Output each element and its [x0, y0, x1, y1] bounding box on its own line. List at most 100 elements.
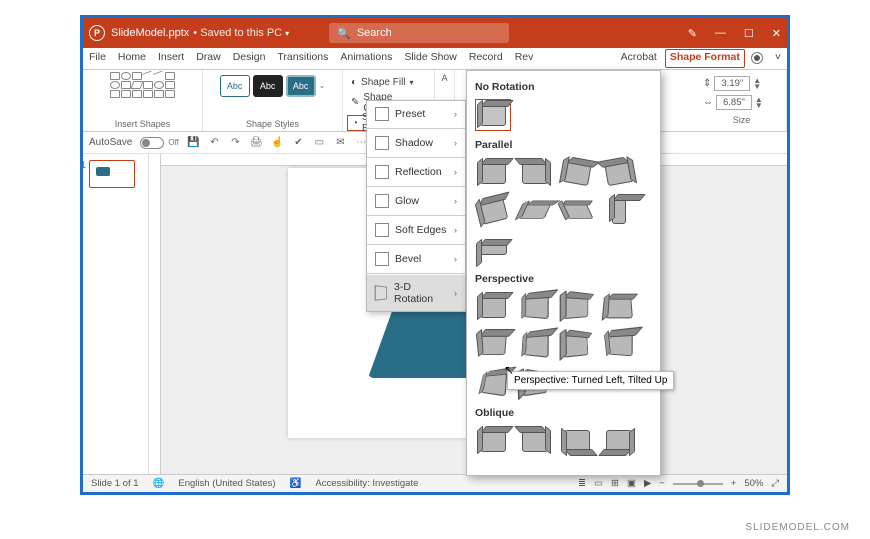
rotation-oblique-2[interactable]	[517, 425, 553, 457]
fit-icon[interactable]: ⤢	[771, 478, 779, 489]
touch-icon[interactable]: ☝	[271, 136, 284, 149]
status-bar: Slide 1 of 1 🌐 English (United States) ♿…	[83, 474, 787, 492]
email-icon[interactable]: ✉	[334, 136, 347, 149]
width-input[interactable]: ⇔6.85"▲▼	[703, 95, 763, 110]
tab-shape-format[interactable]: Shape Format	[665, 49, 745, 68]
effects-bevel[interactable]: Bevel›	[367, 246, 465, 272]
slide-count[interactable]: Slide 1 of 1	[91, 478, 139, 489]
zoom-in[interactable]: +	[731, 478, 737, 489]
rotation-oblique-4[interactable]	[601, 425, 637, 457]
pen-icon[interactable]: ✎	[688, 27, 697, 40]
tab-acrobat[interactable]: Acrobat	[615, 48, 663, 69]
tab-transitions[interactable]: Transitions	[271, 48, 334, 69]
tab-review[interactable]: Rev	[509, 48, 540, 69]
search-icon: 🔍	[337, 27, 351, 40]
view-sorter-icon[interactable]: ⊞	[611, 478, 619, 489]
shape-effects-menu: Preset› Shadow› Reflection› Glow› Soft E…	[366, 100, 466, 312]
ribbon-tabs: File Home Insert Draw Design Transitions…	[83, 48, 787, 70]
rotation-parallel-3[interactable]	[559, 157, 595, 189]
rotation-perspective-8[interactable]	[601, 329, 637, 361]
preset-icon	[375, 107, 389, 121]
style-preset-3[interactable]: Abc	[286, 75, 316, 97]
group-label: Insert Shapes	[115, 119, 171, 129]
group-label: Shape Styles	[246, 119, 299, 129]
tab-slideshow[interactable]: Slide Show	[398, 48, 463, 69]
rotation-parallel-7[interactable]	[559, 195, 595, 227]
tab-home[interactable]: Home	[112, 48, 152, 69]
rotation-parallel-5[interactable]	[475, 195, 511, 227]
quick-style-icon[interactable]: A	[441, 73, 447, 83]
height-input[interactable]: ⇕3.19"▲▼	[703, 76, 761, 91]
rotation-oblique-1[interactable]	[475, 425, 511, 457]
rotation-parallel-6[interactable]	[517, 195, 553, 227]
zoom-level[interactable]: 50%	[744, 478, 763, 489]
redo-icon[interactable]: ↷	[229, 136, 242, 149]
effects-shadow[interactable]: Shadow›	[367, 130, 465, 156]
accessibility[interactable]: Accessibility: Investigate	[315, 478, 418, 489]
zoom-slider[interactable]	[673, 483, 723, 485]
tab-draw[interactable]: Draw	[190, 48, 227, 69]
slide-thumbnail-1[interactable]	[89, 160, 135, 188]
tab-animations[interactable]: Animations	[334, 48, 398, 69]
rotation-parallel-9[interactable]	[475, 233, 511, 265]
slide-number: 1	[83, 160, 86, 170]
ruler-vertical	[149, 154, 161, 474]
effects-reflection[interactable]: Reflection›	[367, 159, 465, 185]
notes-button[interactable]: ≣	[578, 478, 586, 489]
undo-icon[interactable]: ↶	[208, 136, 221, 149]
width-icon: ⇔	[703, 97, 713, 108]
ribbon-collapse[interactable]: ˅	[769, 48, 787, 69]
section-oblique: Oblique	[475, 407, 652, 419]
style-preset-2[interactable]: Abc	[253, 75, 283, 97]
tab-record[interactable]: Record	[463, 48, 509, 69]
group-size: ⇕3.19"▲▼ ⇔6.85"▲▼ Size	[697, 70, 787, 131]
style-preset-1[interactable]: Abc	[220, 75, 250, 97]
record-icon[interactable]	[751, 52, 763, 64]
shape-gallery[interactable]	[110, 72, 175, 98]
save-icon[interactable]: 💾	[187, 136, 200, 149]
rotation-parallel-4[interactable]	[601, 157, 637, 189]
save-status[interactable]: • Saved to this PC	[193, 27, 282, 39]
view-slideshow-icon[interactable]: ▶	[644, 478, 651, 489]
new-icon[interactable]: ▭	[313, 136, 326, 149]
language[interactable]: English (United States)	[178, 478, 275, 489]
rotation-perspective-3[interactable]	[559, 291, 595, 323]
softedges-icon	[375, 223, 389, 237]
view-normal-icon[interactable]: ▭	[594, 478, 603, 489]
rotation-perspective-1[interactable]	[475, 291, 511, 323]
rotation-perspective-5[interactable]	[475, 329, 511, 361]
style-more[interactable]: ⌄	[319, 75, 326, 97]
effects-3d-rotation[interactable]: 3-D Rotation›	[367, 275, 465, 311]
zoom-out[interactable]: −	[659, 478, 665, 489]
rotation-perspective-4[interactable]	[601, 291, 637, 323]
spell-icon[interactable]: ✔	[292, 136, 305, 149]
tab-file[interactable]: File	[83, 48, 112, 69]
maximize-button[interactable]: ☐	[744, 27, 754, 40]
search-box[interactable]: 🔍	[329, 23, 509, 43]
effects-softedges[interactable]: Soft Edges›	[367, 217, 465, 243]
close-button[interactable]: ✕	[772, 27, 781, 40]
rotation-perspective-2[interactable]	[517, 291, 553, 323]
autosave-toggle[interactable]	[140, 137, 164, 149]
tab-insert[interactable]: Insert	[152, 48, 190, 69]
rotation-perspective-6[interactable]	[517, 329, 553, 361]
effects-preset[interactable]: Preset›	[367, 101, 465, 127]
print-icon[interactable]: 🖨	[250, 136, 263, 149]
search-input[interactable]	[357, 27, 501, 39]
shape-fill-dropdown[interactable]: ◐Shape Fill▾	[347, 74, 418, 90]
language-icon: 🌐	[153, 478, 165, 489]
bevel-icon	[375, 252, 389, 266]
rotation-parallel-8[interactable]	[601, 195, 637, 227]
tab-design[interactable]: Design	[227, 48, 272, 69]
effects-glow[interactable]: Glow›	[367, 188, 465, 214]
rotation-tooltip: Perspective: Turned Left, Tilted Up	[507, 371, 674, 390]
rotation-none[interactable]	[475, 99, 511, 131]
rotation-oblique-3[interactable]	[559, 425, 595, 457]
chevron-down-icon[interactable]: ▾	[285, 29, 289, 38]
rotation-icon	[375, 285, 387, 301]
rotation-perspective-7[interactable]	[559, 329, 595, 361]
minimize-button[interactable]: —	[715, 27, 726, 39]
view-reading-icon[interactable]: ▣	[627, 478, 636, 489]
rotation-parallel-1[interactable]	[475, 157, 511, 189]
rotation-parallel-2[interactable]	[517, 157, 553, 189]
